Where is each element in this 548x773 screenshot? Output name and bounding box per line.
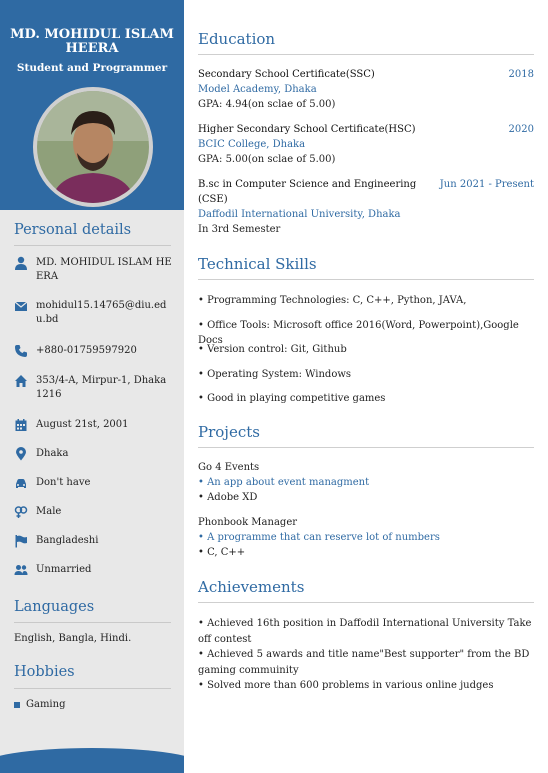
personal-details-title: Personal details bbox=[14, 222, 132, 238]
hobby-item: Gaming bbox=[14, 699, 65, 710]
user-icon bbox=[14, 256, 28, 270]
divider bbox=[198, 279, 534, 280]
project-description: • A programme that can reserve lot of nu… bbox=[198, 532, 440, 543]
personal-item-email[interactable]: mohidul15.14765@diu.edu.bd bbox=[14, 299, 174, 327]
personal-item-text: Dhaka bbox=[36, 448, 69, 459]
year: 2020 bbox=[508, 124, 534, 135]
project-tech: • Adobe XD bbox=[198, 492, 258, 503]
degree: B.sc in Computer Science and Engineering… bbox=[198, 179, 417, 205]
gpa: GPA: 5.00(on sclae of 5.00) bbox=[198, 154, 336, 165]
personal-item-nationality: Bangladeshi bbox=[14, 534, 174, 548]
project-name: Go 4 Events bbox=[198, 462, 260, 473]
personal-item-city: Dhaka bbox=[14, 447, 174, 461]
personal-item-text: Unmarried bbox=[36, 564, 92, 575]
divider bbox=[198, 54, 534, 55]
institution: Model Academy, Dhaka bbox=[198, 84, 317, 95]
flag-icon bbox=[14, 534, 28, 548]
personal-item-gender: Male bbox=[14, 505, 174, 519]
personal-item-birthday: August 21st, 2001 bbox=[14, 418, 174, 432]
personal-item-text: August 21st, 2001 bbox=[36, 419, 129, 430]
skill-item: • Operating System: Windows bbox=[198, 369, 352, 380]
personal-item-text: Bangladeshi bbox=[36, 535, 99, 546]
project-name: Phonbook Manager bbox=[198, 517, 298, 528]
personal-item-text: Male bbox=[36, 506, 62, 517]
degree: Higher Secondary School Certificate(HSC) bbox=[198, 124, 416, 135]
project-item: Go 4 Events • An app about event managme… bbox=[198, 460, 534, 505]
personal-item-text: MD. MOHIDUL ISLAM HEERA bbox=[36, 257, 172, 282]
home-icon bbox=[14, 374, 28, 388]
achievements-title: Achievements bbox=[198, 578, 305, 596]
sidebar-footer-wave bbox=[0, 748, 184, 773]
users-icon bbox=[14, 563, 28, 577]
skill-item: • Good in playing competitive games bbox=[198, 393, 386, 404]
achievement-item: • Achieved 16th position in Daffodil Int… bbox=[198, 618, 532, 645]
education-item: Higher Secondary School Certificate(HSC)… bbox=[198, 122, 534, 167]
project-item: Phonbook Manager • A programme that can … bbox=[198, 515, 534, 560]
personal-item-text: Don't have bbox=[36, 477, 91, 488]
year: 2018 bbox=[508, 69, 534, 80]
skill-item: • Version control: Git, Github bbox=[198, 344, 347, 355]
personal-item-text: mohidul15.14765@diu.edu.bd bbox=[36, 300, 167, 325]
achievement-item: • Solved more than 600 problems in vario… bbox=[198, 680, 494, 691]
languages-title: Languages bbox=[14, 599, 95, 615]
degree: Secondary School Certificate(SSC) bbox=[198, 69, 375, 80]
personal-item-text: +880-01759597920 bbox=[36, 345, 137, 356]
personal-item-marital: Unmarried bbox=[14, 563, 174, 577]
person-role: Student and Programmer bbox=[16, 62, 168, 74]
avatar bbox=[33, 87, 153, 207]
institution: Daffodil International University, Dhaka bbox=[198, 209, 401, 220]
personal-item-vehicle: Don't have bbox=[14, 476, 174, 490]
divider bbox=[198, 602, 534, 603]
personal-item-name: MD. MOHIDUL ISLAM HEERA bbox=[14, 256, 174, 284]
gpa: GPA: 4.94(on sclae of 5.00) bbox=[198, 99, 336, 110]
projects-title: Projects bbox=[198, 423, 260, 441]
personal-item-address: 353/4-A, Mirpur-1, Dhaka 1216 bbox=[14, 374, 174, 402]
personal-item-text: 353/4-A, Mirpur-1, Dhaka 1216 bbox=[36, 375, 167, 400]
location-icon bbox=[14, 447, 28, 461]
project-tech: • C, C++ bbox=[198, 547, 246, 558]
education-item: Secondary School Certificate(SSC) 2018 Mo… bbox=[198, 67, 534, 112]
divider bbox=[198, 447, 534, 448]
square-bullet-icon bbox=[14, 701, 20, 708]
hobbies-title: Hobbies bbox=[14, 664, 75, 680]
personal-item-phone[interactable]: +880-01759597920 bbox=[14, 344, 174, 358]
divider bbox=[14, 688, 171, 689]
education-item: B.sc in Computer Science and Engineering… bbox=[198, 177, 534, 237]
education-title: Education bbox=[198, 30, 276, 48]
phone-icon bbox=[14, 344, 28, 358]
car-icon bbox=[14, 476, 28, 490]
skill-item: • Programming Technologies: C, C++, Pyth… bbox=[198, 295, 467, 306]
divider bbox=[14, 245, 171, 246]
semester: In 3rd Semester bbox=[198, 224, 281, 235]
divider bbox=[14, 622, 171, 623]
gender-icon bbox=[14, 505, 28, 519]
institution: BCIC College, Dhaka bbox=[198, 139, 306, 150]
year: Jun 2021 - Present bbox=[439, 179, 534, 190]
languages-text: English, Bangla, Hindi. bbox=[14, 633, 132, 644]
email-icon bbox=[14, 299, 28, 313]
person-name: MD. MOHIDUL ISLAM HEERA bbox=[10, 27, 174, 56]
project-description: • An app about event managment bbox=[198, 477, 370, 488]
hobby-text: Gaming bbox=[26, 699, 66, 710]
skills-title: Technical Skills bbox=[198, 255, 317, 273]
calendar-icon bbox=[14, 418, 28, 432]
sidebar: MD. MOHIDUL ISLAM HEERA Student and Prog… bbox=[0, 0, 184, 773]
achievement-item: • Achieved 5 awards and title name"Best … bbox=[198, 649, 530, 676]
